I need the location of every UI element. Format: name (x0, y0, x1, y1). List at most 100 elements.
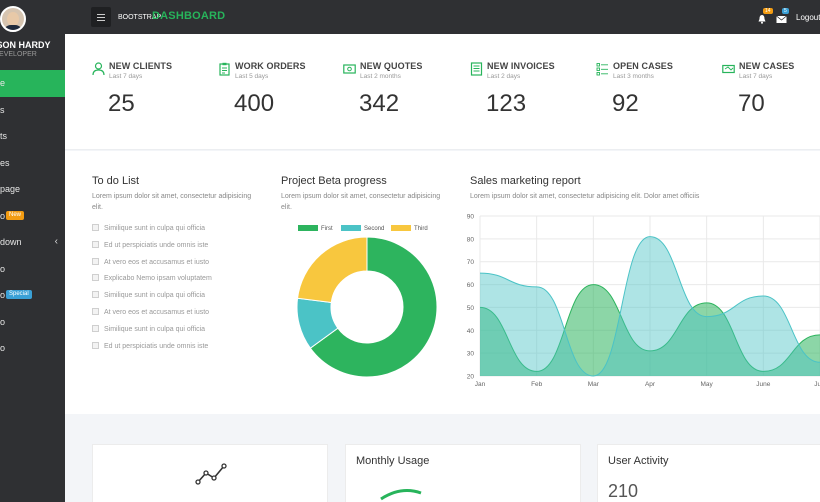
todo-item[interactable]: Explicabo Nemo ipsam voluptatem (92, 274, 212, 282)
trend-card (92, 444, 328, 502)
todo-checkbox[interactable] (92, 324, 99, 332)
sidebar-item-new[interactable]: o New (0, 203, 65, 230)
sidebar-item-tables[interactable]: es (0, 150, 65, 177)
chevron-left-icon: ‹ (54, 236, 58, 247)
x-tick-label: July (814, 381, 820, 388)
sidebar-item-charts[interactable]: ts (0, 123, 65, 150)
sidebar-item-11[interactable]: o (0, 335, 65, 362)
menu-toggle-button[interactable] (91, 7, 111, 27)
todo-item[interactable]: Ed ut perspiciatis unde omnis iste (92, 341, 209, 350)
todo-item[interactable]: At vero eos et accusamus et iusto (92, 257, 209, 266)
stat-subtitle: Last 5 days (235, 73, 269, 80)
topbar: BOOTSTRAP DASHBOARD 14 5 Logout (65, 0, 820, 34)
todo-item-label: Similique sunt in culpa qui officia (104, 292, 206, 300)
sidebar-item-label: page (0, 184, 21, 194)
bell-icon[interactable]: 14 (757, 8, 773, 24)
sidebar-item-home[interactable]: e (0, 70, 65, 97)
user-activity-card: User Activity 210 (597, 444, 820, 502)
sidebar-item-label: o (0, 263, 6, 274)
todo-checkbox[interactable] (92, 240, 99, 248)
stat-title: NEW CASES (739, 61, 795, 71)
sidebar-item-label: o (0, 316, 6, 327)
x-tick-label: Apr (645, 381, 656, 388)
todo-item[interactable]: Similique sunt in culpa qui officia (92, 291, 205, 299)
checklist-icon (596, 63, 608, 76)
avatar[interactable] (0, 6, 26, 32)
mail-icon[interactable]: 5 (776, 8, 789, 23)
stat-title: NEW INVOICES (487, 61, 555, 71)
stat-title: WORK ORDERS (235, 61, 306, 71)
sidebar: RSON HARDY DEVELOPER e s ts es page oNew… (0, 0, 65, 502)
sidebar-item-label: e (0, 78, 6, 88)
todo-item[interactable]: Similique sunt in culpa qui officia (92, 224, 205, 232)
brand-title[interactable]: DASHBOARD (152, 10, 225, 22)
stat-value: 92 (612, 90, 639, 117)
case-icon (722, 64, 735, 74)
sidebar-item-2[interactable]: s (0, 97, 65, 124)
y-tick-label: 40 (467, 328, 475, 335)
legend-label: First (321, 226, 333, 232)
todo-checkbox[interactable] (92, 291, 99, 299)
progress-description: Lorem ipsum dolor sit amet, consectetur … (281, 193, 441, 211)
profile-role: DEVELOPER (0, 51, 37, 58)
x-tick-label: Jan (475, 381, 486, 388)
legend-swatch (298, 225, 318, 231)
special-badge: Special (6, 290, 32, 299)
stats-row: NEW CLIENTS Last 7 days 25 WORK ORDERS L… (65, 34, 820, 150)
legend-third: Third (391, 225, 428, 232)
sidebar-item-label: ts (0, 131, 8, 141)
sidebar-item-label: o (0, 210, 6, 221)
todo-item[interactable]: Similique sunt in culpa qui officia (92, 324, 206, 333)
todo-checkbox[interactable] (92, 274, 99, 282)
quote-icon (343, 64, 356, 74)
legend-second: Second (341, 225, 384, 232)
legend-first: First (298, 225, 333, 232)
x-tick-label: Mar (588, 381, 600, 388)
todo-checkbox[interactable] (92, 308, 99, 315)
sidebar-nav: e s ts es page o New down ‹ o o Special o o (0, 70, 65, 362)
sidebar-item-page[interactable]: page (0, 176, 65, 203)
sidebar-item-label: es (0, 157, 10, 168)
stat-title: OPEN CASES (613, 61, 674, 71)
todo-item-label: Ed ut perspiciatis unde omnis iste (104, 342, 209, 350)
sidebar-item-10[interactable]: o (0, 309, 65, 336)
y-tick-label: 80 (467, 236, 475, 243)
todo-item[interactable]: Ed ut perspiciatis unde omnis iste (92, 240, 208, 249)
user-activity-value: 210 (608, 481, 639, 501)
y-tick-label: 30 (467, 351, 475, 358)
profile-name: RSON HARDY (0, 40, 51, 50)
todo-checkbox[interactable] (92, 257, 99, 265)
legend-swatch (341, 225, 361, 231)
todo-checkbox[interactable] (92, 224, 99, 231)
monthly-usage-title: Monthly Usage (356, 455, 430, 467)
stat-title: NEW CLIENTS (109, 61, 173, 71)
legend-swatch (391, 225, 411, 231)
stat-value: 342 (359, 90, 400, 117)
invoice-icon (470, 62, 483, 76)
sales-title: Sales marketing report (470, 175, 581, 187)
notification-count: 14 (763, 8, 773, 14)
new-badge: New (6, 210, 25, 220)
todo-item-label: Explicabo Nemo ipsam voluptatem (104, 275, 212, 283)
usage-gauge (380, 489, 422, 501)
user-activity-title: User Activity (608, 455, 669, 467)
todo-item-label: Similique sunt in culpa qui officia (104, 325, 206, 333)
sidebar-item-special[interactable]: o Special (0, 282, 65, 309)
user-icon (92, 62, 105, 76)
todo-item-label: At vero eos et accusamus et iusto (104, 309, 210, 316)
todo-checkbox[interactable] (92, 341, 99, 349)
todo-item-label: Similique sunt in culpa qui officia (104, 225, 206, 232)
stat-subtitle: Last 2 months (360, 73, 401, 80)
sidebar-item-label: down (0, 237, 22, 247)
monthly-usage-card: Monthly Usage (345, 444, 581, 502)
y-tick-label: 70 (467, 259, 475, 266)
stat-subtitle: Last 7 days (109, 73, 143, 80)
sales-description: Lorem ipsum dolor sit amet, consectetur … (470, 193, 700, 200)
stat-subtitle: Last 3 months (613, 73, 654, 80)
sidebar-item-dropdown[interactable]: down ‹ (0, 229, 65, 256)
stat-title: NEW QUOTES (360, 61, 423, 71)
logout-link[interactable]: Logout (796, 13, 820, 22)
special-badge-text: Special (9, 291, 29, 297)
sidebar-item-8[interactable]: o (0, 256, 65, 283)
todo-item[interactable]: At vero eos et accusamus et iusto (92, 308, 209, 316)
